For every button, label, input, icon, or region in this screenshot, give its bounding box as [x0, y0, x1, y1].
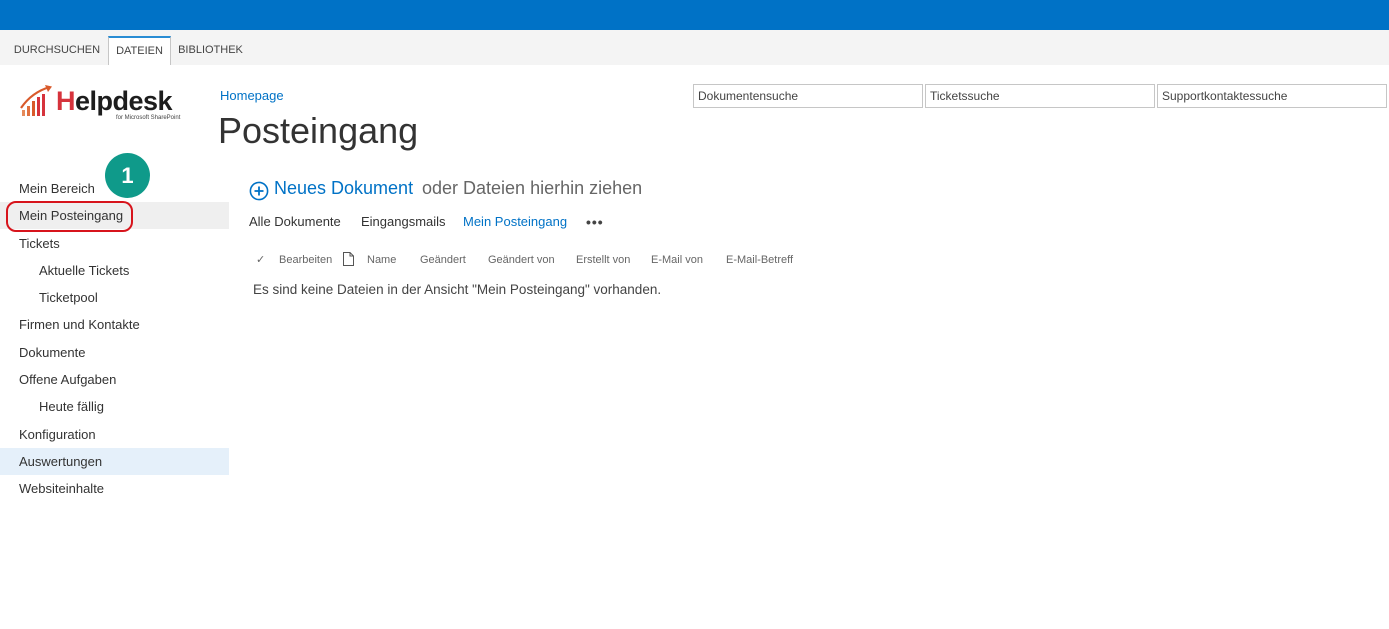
nav-item-websiteinhalte[interactable]: Websiteinhalte [0, 475, 229, 502]
suite-bar [0, 0, 1389, 30]
logo-subtitle: for Microsoft SharePoint [116, 115, 181, 121]
view-tab-mein-posteingang[interactable]: Mein Posteingang [463, 214, 567, 229]
tab-bibliothek[interactable]: BIBLIOTHEK [172, 36, 249, 65]
tab-dateien[interactable]: DATEIEN [108, 36, 171, 65]
step-badge: 1 [105, 153, 150, 198]
empty-view-message: Es sind keine Dateien in der Ansicht "Me… [253, 282, 662, 297]
page-title: Posteingang [218, 110, 419, 151]
logo-wordmark: Helpdesk [56, 86, 173, 116]
helpdesk-logo[interactable]: Helpdesk for Microsoft SharePoint [20, 84, 195, 126]
more-views-icon[interactable]: ••• [586, 214, 604, 230]
column-header-geaendert-von[interactable]: Geändert von [488, 254, 555, 266]
select-all-check-icon[interactable]: ✓ [256, 253, 265, 266]
nav-item-konfiguration[interactable]: Konfiguration [0, 421, 229, 448]
nav-item-heute-faellig[interactable]: Heute fällig [0, 393, 229, 420]
nav-item-dokumente[interactable]: Dokumente [0, 339, 229, 366]
contact-search-input[interactable] [1157, 84, 1387, 108]
nav-item-aktuelle-tickets[interactable]: Aktuelle Tickets [0, 257, 229, 284]
nav-item-firmen-und-kontakte[interactable]: Firmen und Kontakte [0, 311, 229, 338]
tab-durchsuchen[interactable]: DURCHSUCHEN [11, 36, 103, 65]
highlight-ring [6, 201, 133, 232]
new-document-link[interactable]: Neues Dokument [274, 178, 413, 199]
column-header-geaendert[interactable]: Geändert [420, 254, 466, 266]
column-header-email-betreff[interactable]: E-Mail-Betreff [726, 254, 793, 266]
nav-item-offene-aufgaben[interactable]: Offene Aufgaben [0, 366, 229, 393]
column-header-email-von[interactable]: E-Mail von [651, 254, 703, 266]
column-header-erstellt-von[interactable]: Erstellt von [576, 254, 630, 266]
ticket-search-input[interactable] [925, 84, 1155, 108]
view-tab-eingangsmails[interactable]: Eingangsmails [361, 214, 446, 229]
logo-chart-icon [20, 85, 52, 116]
document-type-icon [343, 252, 354, 266]
view-tab-alle-dokumente[interactable]: Alle Dokumente [249, 214, 341, 229]
add-circle-icon[interactable] [249, 181, 269, 201]
nav-item-auswertungen[interactable]: Auswertungen [0, 448, 229, 475]
drag-files-hint: oder Dateien hierhin ziehen [422, 178, 643, 198]
ribbon: DURCHSUCHEN DATEIEN BIBLIOTHEK [0, 30, 1389, 65]
column-header-name[interactable]: Name [367, 254, 396, 266]
nav-item-tickets[interactable]: Tickets [0, 230, 229, 257]
document-search-input[interactable] [693, 84, 923, 108]
breadcrumb-homepage[interactable]: Homepage [220, 88, 284, 103]
column-header-bearbeiten[interactable]: Bearbeiten [279, 254, 332, 266]
nav-item-ticketpool[interactable]: Ticketpool [0, 284, 229, 311]
